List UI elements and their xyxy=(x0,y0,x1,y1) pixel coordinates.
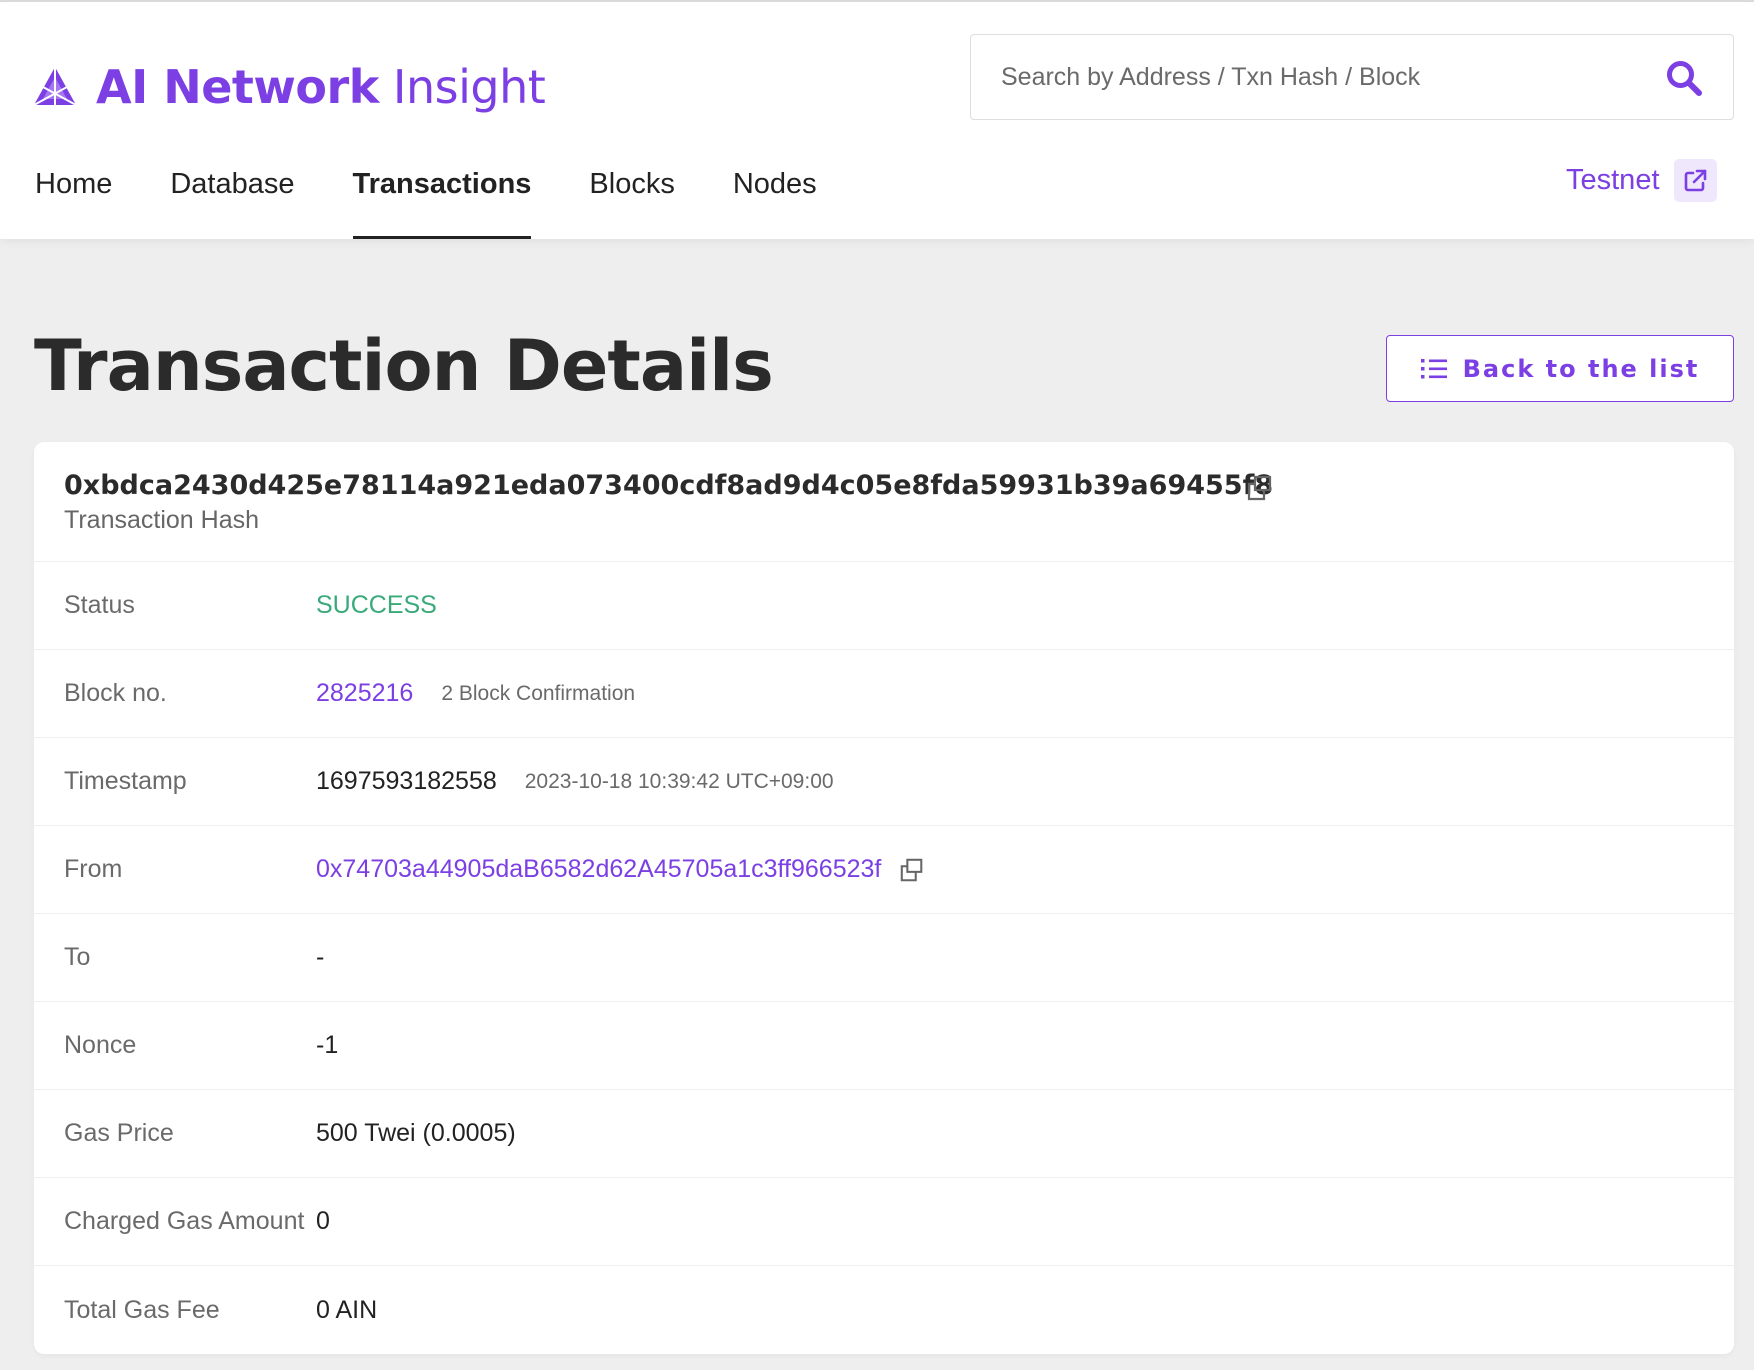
search-box xyxy=(970,34,1734,120)
timestamp-label: Timestamp xyxy=(64,767,187,795)
brand-name-light: Insight xyxy=(392,60,546,114)
to-value: - xyxy=(316,943,325,971)
nav-item-nodes[interactable]: Nodes xyxy=(733,142,817,239)
detail-row-charged-gas: Charged Gas Amount 0 xyxy=(34,1178,1734,1266)
detail-row-timestamp: Timestamp 1697593182558 2023-10-18 10:39… xyxy=(34,738,1734,826)
nav-item-transactions[interactable]: Transactions xyxy=(352,142,531,239)
to-label: To xyxy=(64,943,91,971)
from-address-link[interactable]: 0x74703a44905daB6582d62A45705a1c3ff96652… xyxy=(316,855,881,884)
gas-price-label: Gas Price xyxy=(64,1119,174,1147)
block-label: Block no. xyxy=(64,679,167,707)
status-value: SUCCESS xyxy=(316,591,437,619)
detail-row-gas-price: Gas Price 500 Twei (0.0005) xyxy=(34,1090,1734,1178)
back-to-list-label: Back to the list xyxy=(1462,354,1700,383)
transaction-hash-label: Transaction Hash xyxy=(64,506,259,534)
search-input[interactable] xyxy=(1001,62,1621,92)
main-nav: Home Database Transactions Blocks Nodes xyxy=(35,142,875,241)
detail-row-nonce: Nonce -1 xyxy=(34,1002,1734,1090)
block-number-link[interactable]: 2825216 xyxy=(316,679,413,708)
site-header: AI Network Insight Home Database Transac… xyxy=(0,2,1754,239)
page-title: Transaction Details xyxy=(34,325,774,407)
charged-gas-value: 0 xyxy=(316,1207,330,1235)
transaction-hash-value: 0xbdca2430d425e78114a921eda073400cdf8ad9… xyxy=(64,470,1274,501)
detail-row-block: Block no. 2825216 2 Block Confirmation xyxy=(34,650,1734,738)
detail-row-status: Status SUCCESS xyxy=(34,562,1734,650)
nav-item-database[interactable]: Database xyxy=(170,142,294,239)
block-confirmation: 2 Block Confirmation xyxy=(441,681,636,705)
detail-row-from: From 0x74703a44905daB6582d62A45705a1c3ff… xyxy=(34,826,1734,914)
ai-network-logo-icon xyxy=(33,67,77,106)
nonce-label: Nonce xyxy=(64,1031,137,1059)
network-label: Testnet xyxy=(1566,164,1660,196)
search-icon[interactable] xyxy=(1665,59,1703,97)
timestamp-datetime: 2023-10-18 10:39:42 UTC+09:00 xyxy=(524,769,834,793)
list-icon xyxy=(1420,358,1447,378)
brand-logo-link[interactable]: AI Network Insight xyxy=(33,60,546,114)
total-gas-fee-label: Total Gas Fee xyxy=(64,1295,220,1324)
copy-icon[interactable] xyxy=(899,857,925,883)
nav-item-blocks[interactable]: Blocks xyxy=(589,142,674,239)
network-switch-link[interactable]: Testnet xyxy=(1566,159,1717,202)
transaction-hash-header: 0xbdca2430d425e78114a921eda073400cdf8ad9… xyxy=(34,442,1734,562)
total-gas-fee-value: 0 AIN xyxy=(316,1295,378,1324)
timestamp-value: 1697593182558 xyxy=(316,767,497,795)
brand-name-bold: AI Network xyxy=(96,60,379,114)
nav-item-home[interactable]: Home xyxy=(35,142,112,239)
external-link-icon xyxy=(1673,159,1717,202)
detail-row-total-gas-fee: Total Gas Fee 0 AIN xyxy=(34,1266,1734,1354)
gas-price-value: 500 Twei (0.0005) xyxy=(316,1119,516,1147)
charged-gas-label: Charged Gas Amount xyxy=(64,1207,305,1235)
detail-row-to: To - xyxy=(34,914,1734,1002)
copy-icon[interactable] xyxy=(1246,474,1274,502)
from-label: From xyxy=(64,855,123,883)
transaction-details-card: 0xbdca2430d425e78114a921eda073400cdf8ad9… xyxy=(34,442,1734,1354)
brand-name: AI Network Insight xyxy=(96,60,546,114)
back-to-list-button[interactable]: Back to the list xyxy=(1386,335,1734,402)
nonce-value: -1 xyxy=(316,1031,339,1059)
status-label: Status xyxy=(64,591,135,619)
